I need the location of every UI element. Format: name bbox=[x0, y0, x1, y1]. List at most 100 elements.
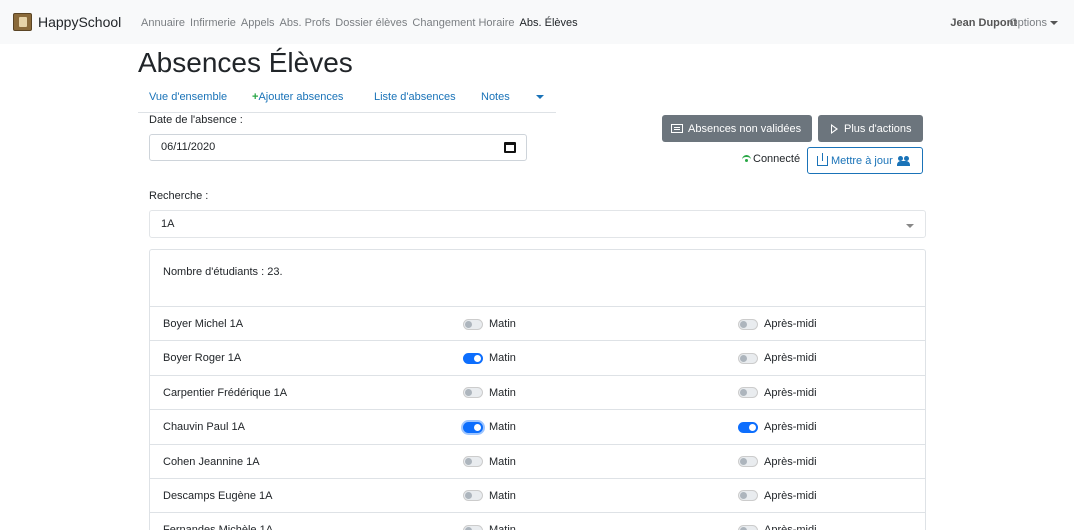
student-row: Carpentier Frédérique 1A Matin Après-midi bbox=[150, 376, 925, 411]
afternoon-label: Après-midi bbox=[764, 421, 817, 434]
nav-link-infirmerie[interactable]: Infirmerie bbox=[190, 17, 236, 29]
student-name: Carpentier Frédérique 1A bbox=[163, 386, 288, 399]
morning-toggle[interactable] bbox=[463, 490, 483, 502]
search-select[interactable]: 1A bbox=[149, 210, 926, 238]
absences-non-validees-label: Absences non validées bbox=[688, 122, 802, 135]
tabs-more-caret-icon[interactable] bbox=[536, 95, 544, 99]
tab-liste-absences[interactable]: Liste d'absences bbox=[374, 91, 456, 103]
nav-link-appels[interactable]: Appels bbox=[241, 17, 275, 29]
afternoon-switch[interactable]: Après-midi bbox=[738, 318, 817, 330]
nav-link-abs-eleves[interactable]: Abs. Élèves bbox=[520, 17, 578, 29]
tab-bar: Vue d'ensemble +Ajouter absences Liste d… bbox=[138, 86, 556, 113]
search-value: 1A bbox=[161, 218, 175, 230]
options-label: Options bbox=[1009, 17, 1047, 29]
afternoon-toggle[interactable] bbox=[738, 524, 758, 530]
morning-switch[interactable]: Matin bbox=[463, 352, 516, 364]
student-name: Boyer Roger 1A bbox=[163, 352, 242, 365]
morning-switch[interactable]: Matin bbox=[463, 490, 516, 502]
date-value: 06/11/2020 bbox=[161, 141, 216, 153]
plus-actions-button[interactable]: Plus d'actions bbox=[818, 115, 923, 142]
morning-label: Matin bbox=[489, 489, 516, 502]
morning-toggle[interactable] bbox=[463, 524, 483, 530]
afternoon-label: Après-midi bbox=[764, 352, 817, 365]
morning-toggle[interactable] bbox=[463, 318, 483, 330]
morning-switch[interactable]: Matin bbox=[463, 421, 516, 433]
afternoon-switch[interactable]: Après-midi bbox=[738, 524, 817, 530]
users-icon bbox=[896, 155, 911, 166]
play-icon bbox=[831, 123, 838, 134]
chevron-down-icon bbox=[906, 224, 914, 228]
tab-notes[interactable]: Notes bbox=[481, 91, 510, 103]
update-button[interactable]: Mettre à jour bbox=[807, 147, 923, 174]
students-count: Nombre d'étudiants : 23. bbox=[163, 266, 283, 278]
afternoon-switch[interactable]: Après-midi bbox=[738, 421, 817, 433]
afternoon-toggle[interactable] bbox=[738, 318, 758, 330]
morning-label: Matin bbox=[489, 318, 516, 330]
students-card: Nombre d'étudiants : 23. Boyer Michel 1A… bbox=[149, 249, 926, 530]
morning-toggle[interactable] bbox=[463, 352, 483, 364]
student-name: Chauvin Paul 1A bbox=[163, 421, 245, 434]
student-name: Descamps Eugène 1A bbox=[163, 489, 273, 502]
connection-status-label: Connecté bbox=[753, 153, 801, 165]
calendar-icon[interactable] bbox=[504, 142, 516, 153]
morning-toggle[interactable] bbox=[463, 421, 483, 433]
plus-actions-label: Plus d'actions bbox=[844, 122, 912, 135]
brand-name[interactable]: HappySchool bbox=[38, 14, 121, 30]
afternoon-toggle[interactable] bbox=[738, 490, 758, 502]
morning-label: Matin bbox=[489, 386, 516, 399]
afternoon-label: Après-midi bbox=[764, 318, 817, 330]
search-label: Recherche : bbox=[149, 190, 209, 202]
date-label: Date de l'absence : bbox=[149, 114, 243, 126]
options-dropdown[interactable]: Options bbox=[1009, 17, 1058, 29]
afternoon-label: Après-midi bbox=[764, 386, 817, 399]
date-input[interactable]: 06/11/2020 bbox=[149, 134, 527, 161]
morning-switch[interactable]: Matin bbox=[463, 387, 516, 399]
page-title: Absences Élèves bbox=[138, 47, 353, 78]
nav-link-changement-horaire[interactable]: Changement Horaire bbox=[412, 17, 514, 29]
afternoon-label: Après-midi bbox=[764, 455, 817, 468]
wifi-icon bbox=[742, 155, 751, 162]
afternoon-toggle[interactable] bbox=[738, 456, 758, 468]
student-row: Fernandes Michèle 1A Matin Après-midi bbox=[150, 513, 925, 530]
morning-switch[interactable]: Matin bbox=[463, 456, 516, 468]
morning-label: Matin bbox=[489, 421, 516, 434]
afternoon-label: Après-midi bbox=[764, 524, 817, 530]
morning-label: Matin bbox=[489, 524, 516, 530]
brand-logo-icon[interactable] bbox=[13, 13, 32, 31]
morning-label: Matin bbox=[489, 352, 516, 365]
student-row: Boyer Roger 1A Matin Après-midi bbox=[150, 341, 925, 376]
student-name: Fernandes Michèle 1A bbox=[163, 524, 273, 530]
afternoon-switch[interactable]: Après-midi bbox=[738, 352, 817, 364]
navbar: HappySchool Annuaire Infirmerie Appels A… bbox=[0, 0, 1074, 44]
afternoon-switch[interactable]: Après-midi bbox=[738, 387, 817, 399]
tab-vue-ensemble[interactable]: Vue d'ensemble bbox=[149, 91, 227, 103]
user-name: Jean Dupont bbox=[950, 17, 1017, 29]
nav-links: Annuaire Infirmerie Appels Abs. Profs Do… bbox=[141, 17, 578, 29]
morning-label: Matin bbox=[489, 455, 516, 468]
connection-status: Connecté bbox=[742, 153, 800, 165]
morning-toggle[interactable] bbox=[463, 456, 483, 468]
student-name: Cohen Jeannine 1A bbox=[163, 455, 260, 468]
afternoon-switch[interactable]: Après-midi bbox=[738, 490, 817, 502]
nav-link-dossier-eleves[interactable]: Dossier élèves bbox=[335, 17, 407, 29]
absences-non-validees-button[interactable]: Absences non validées bbox=[662, 115, 812, 142]
nav-link-abs-profs[interactable]: Abs. Profs bbox=[280, 17, 331, 29]
tab-ajouter-absences-label: Ajouter absences bbox=[258, 91, 344, 103]
afternoon-toggle[interactable] bbox=[738, 421, 758, 433]
afternoon-toggle[interactable] bbox=[738, 387, 758, 399]
student-row: Cohen Jeannine 1A Matin Après-midi bbox=[150, 445, 925, 479]
afternoon-toggle[interactable] bbox=[738, 352, 758, 364]
student-list: Boyer Michel 1A Matin Après-midi Boyer Roge… bbox=[150, 307, 925, 530]
afternoon-label: Après-midi bbox=[764, 489, 817, 502]
update-label: Mettre à jour bbox=[831, 154, 893, 167]
morning-toggle[interactable] bbox=[463, 387, 483, 399]
morning-switch[interactable]: Matin bbox=[463, 318, 516, 330]
tab-ajouter-absences[interactable]: +Ajouter absences bbox=[252, 91, 343, 103]
student-row: Boyer Michel 1A Matin Après-midi bbox=[150, 307, 925, 342]
card-header: Nombre d'étudiants : 23. bbox=[150, 250, 925, 307]
afternoon-switch[interactable]: Après-midi bbox=[738, 456, 817, 468]
nav-link-annuaire[interactable]: Annuaire bbox=[141, 17, 185, 29]
morning-switch[interactable]: Matin bbox=[463, 524, 516, 530]
download-icon bbox=[817, 152, 828, 166]
student-name: Boyer Michel 1A bbox=[163, 318, 244, 330]
